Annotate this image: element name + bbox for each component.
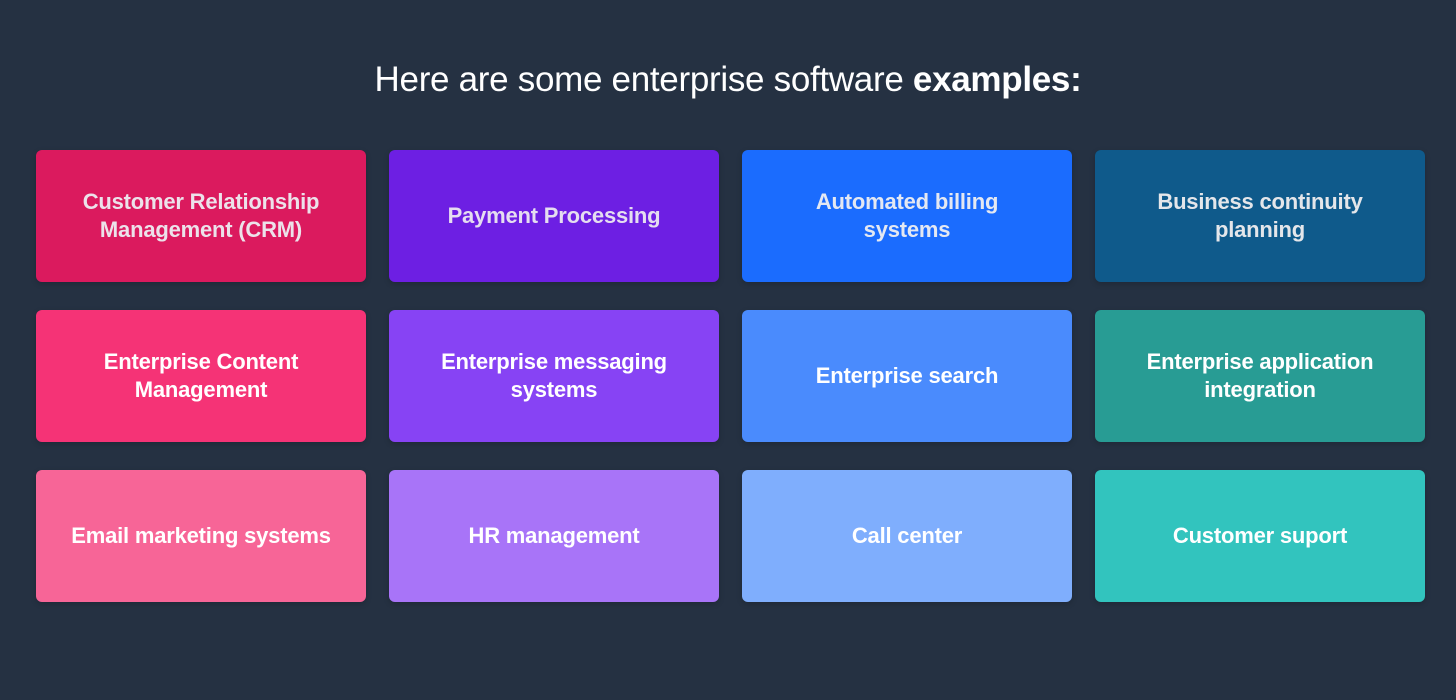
tile-label: Enterprise application integration bbox=[1146, 349, 1374, 402]
tile-enterprise-application-integration: Enterprise application integration bbox=[1095, 310, 1425, 442]
page-title-prefix: Here are some enterprise software bbox=[374, 60, 913, 99]
tile-label: Payment Processing bbox=[447, 203, 661, 228]
tile-label: Enterprise search bbox=[815, 363, 999, 388]
tile-business-continuity: Business continuity planning bbox=[1095, 150, 1425, 282]
page-title-emphasis: examples: bbox=[912, 60, 1082, 99]
tile-call-center: Call center bbox=[742, 470, 1072, 602]
tile-payment-processing: Payment Processing bbox=[389, 150, 719, 282]
tile-label: Automated billing systems bbox=[815, 189, 999, 242]
tile-label: HR management bbox=[468, 523, 640, 548]
tile-label: Email marketing systems bbox=[71, 523, 331, 548]
tile-label: Business continuity planning bbox=[1157, 189, 1363, 242]
tile-enterprise-search: Enterprise search bbox=[742, 310, 1072, 442]
tile-crm: Customer Relationship Management (CRM) bbox=[36, 150, 366, 282]
tile-label: Call center bbox=[851, 523, 963, 548]
tile-hr-management: HR management bbox=[389, 470, 719, 602]
examples-grid: Customer Relationship Management (CRM) P… bbox=[36, 150, 1425, 602]
tile-enterprise-messaging: Enterprise messaging systems bbox=[389, 310, 719, 442]
tile-label: Customer suport bbox=[1172, 523, 1348, 548]
tile-email-marketing: Email marketing systems bbox=[36, 470, 366, 602]
page-title: Here are some enterprise software exampl… bbox=[0, 58, 1456, 102]
tile-enterprise-content-management: Enterprise Content Management bbox=[36, 310, 366, 442]
tile-automated-billing: Automated billing systems bbox=[742, 150, 1072, 282]
tile-label: Customer Relationship Management (CRM) bbox=[82, 189, 320, 242]
tile-customer-support: Customer suport bbox=[1095, 470, 1425, 602]
tile-label: Enterprise messaging systems bbox=[441, 349, 667, 402]
tile-label: Enterprise Content Management bbox=[103, 349, 299, 402]
